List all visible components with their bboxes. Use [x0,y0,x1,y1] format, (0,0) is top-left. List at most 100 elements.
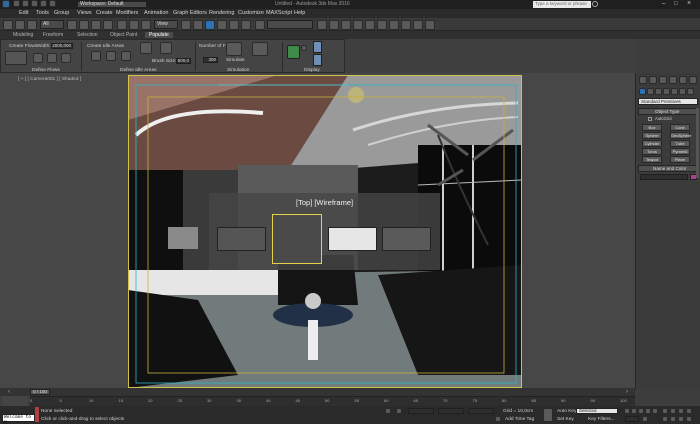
menu-graph-editors[interactable]: Graph Editors [173,10,207,16]
menu-create[interactable]: Create [96,10,113,16]
modify-tab-icon[interactable] [649,76,657,84]
percent-snap-icon[interactable] [229,20,239,30]
select-by-name-icon[interactable] [79,20,89,30]
systems-icon[interactable] [687,88,694,95]
rotate-icon[interactable] [129,20,139,30]
zoom-icon[interactable] [662,408,668,414]
next-frame-icon[interactable] [645,408,651,414]
display-tab-icon[interactable] [679,76,687,84]
material-editor-icon[interactable] [389,20,399,30]
menu-help[interactable]: Help [294,10,305,16]
pan-view-icon[interactable] [670,416,676,422]
layer-manager-icon[interactable] [341,20,351,30]
pyramid-button[interactable]: Pyramid [670,148,690,155]
close-icon[interactable]: × [687,0,691,7]
object-type-rollout[interactable]: Object Type [638,108,698,115]
go-to-start-icon[interactable] [624,408,630,414]
viewport-label[interactable]: [ + ] [ Camera001 ] [ Shaded ] [18,77,81,82]
command-panel-scrollbar[interactable] [696,108,699,178]
zoom-extents-icon[interactable] [678,408,684,414]
menu-rendering[interactable]: Rendering [209,10,234,16]
idle-area-edit-icon[interactable] [160,42,172,54]
link-icon[interactable] [3,20,13,30]
add-people-icon[interactable] [140,42,152,54]
geometry-icon[interactable] [639,88,646,95]
tube-button[interactable]: Tube [670,140,690,147]
open-file-icon[interactable] [22,0,29,7]
maximize-viewport-icon[interactable] [686,416,692,422]
slider-next-icon[interactable]: › [626,389,628,395]
menu-customize[interactable]: Customize [238,10,264,16]
tab-populate[interactable]: Populate [145,32,173,38]
display-toggle-icon[interactable] [301,45,307,51]
graphite-toggle-icon[interactable] [353,20,363,30]
app-logo-icon[interactable] [2,0,10,8]
display-scroll-up-icon[interactable] [313,41,322,53]
display-people-icon[interactable] [287,45,300,59]
key-filters-button[interactable]: Key Filters... [588,417,615,422]
isolate-selection-icon[interactable] [385,408,391,414]
lights-icon[interactable] [655,88,662,95]
unlink-icon[interactable] [15,20,25,30]
viewport-thumb-2-selected[interactable] [272,214,322,264]
teapot-button[interactable]: Teapot [642,156,662,163]
name-and-color-rollout[interactable]: Name and Color [638,165,698,172]
undo-icon[interactable] [40,0,47,7]
time-slider-thumb[interactable]: 0 / 100 [30,389,50,395]
add-time-tag[interactable]: Add Time Tag [505,417,534,422]
rendered-frame-window-icon[interactable] [413,20,423,30]
idle-area-circle-icon[interactable] [106,51,116,61]
window-crossing-icon[interactable] [103,20,113,30]
auto-key-button[interactable]: Auto Key [557,409,576,414]
y-coordinate-field[interactable] [438,408,464,414]
cone-button[interactable]: Cone [670,124,690,131]
zoom-all-icon[interactable] [670,408,676,414]
viewport-thumb-3[interactable] [328,227,377,251]
redo-icon[interactable] [49,0,56,7]
maxscript-listener-input[interactable]: Welcome to M [2,414,35,424]
cylinder-button[interactable]: Cylinder [642,140,662,147]
selection-filter-dropdown[interactable]: All [40,20,64,29]
shapes-icon[interactable] [647,88,654,95]
time-tag-icon[interactable] [495,416,501,422]
workspace-dropdown[interactable]: Workspace: Default [77,1,147,8]
geosphere-button[interactable]: GeoSphere [670,132,691,139]
go-to-end-icon[interactable] [652,408,658,414]
time-slider[interactable] [0,388,635,396]
key-set-dropdown[interactable]: Selected [576,408,618,414]
reference-coordinate-dropdown[interactable]: View [154,20,178,29]
maximize-icon[interactable]: □ [674,1,678,7]
angle-snap-icon[interactable] [217,20,227,30]
simulate-button[interactable] [226,42,242,56]
set-key-icon[interactable] [543,408,553,422]
brush-size-input[interactable]: 500,0 [176,58,191,64]
spacewarps-icon[interactable] [679,88,686,95]
x-coordinate-field[interactable] [408,408,434,414]
flow-edit-icon[interactable] [47,53,57,63]
maxscript-listener-icon[interactable] [35,407,39,422]
motion-tab-icon[interactable] [669,76,677,84]
menu-tools[interactable]: Tools [36,10,49,16]
named-selection-sets-dropdown[interactable] [267,20,313,29]
menu-views[interactable]: Views [77,10,92,16]
select-object-icon[interactable] [67,20,77,30]
zoom-extents-all-icon[interactable] [686,408,692,414]
box-button[interactable]: Box [642,124,662,131]
hierarchy-tab-icon[interactable] [659,76,667,84]
flow-segment-icon[interactable] [33,53,43,63]
tab-freeform[interactable]: Freeform [43,32,63,38]
orbit-icon[interactable] [678,416,684,422]
curve-editor-icon[interactable] [365,20,375,30]
helpers-icon[interactable] [671,88,678,95]
current-frame-field[interactable] [625,416,639,422]
menu-maxscript[interactable]: MAXScript [266,10,292,16]
move-icon[interactable] [117,20,127,30]
tab-modeling[interactable]: Modeling [13,32,33,38]
plane-button[interactable]: Plane [670,156,690,163]
edit-simulation-icon[interactable] [252,42,268,56]
object-name-input[interactable] [640,174,688,180]
torus-button[interactable]: Torus [642,148,662,155]
named-selection-icon[interactable] [255,20,265,30]
sphere-button[interactable]: Sphere [642,132,662,139]
autogrid-checkbox[interactable] [648,117,652,121]
